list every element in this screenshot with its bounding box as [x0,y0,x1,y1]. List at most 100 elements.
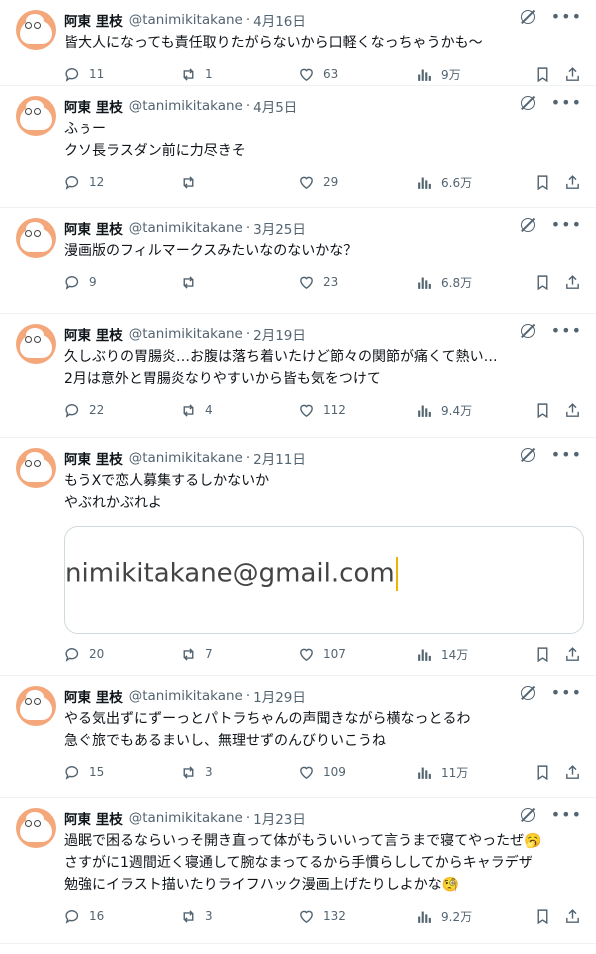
reply-button[interactable]: 15 [64,752,104,792]
display-name[interactable]: 阿東 里枝 [64,448,123,468]
tweet[interactable]: 阿東 里枝 @tanimikitakane · 4月5日 ••• ふぅー クソ長… [0,86,596,208]
tweet-date[interactable]: 4月5日 [253,96,297,116]
share-button[interactable] [564,262,581,302]
share-button[interactable] [564,752,581,792]
views-button[interactable]: 9.2万 [416,896,472,936]
like-button[interactable]: 132 [298,896,346,936]
tweet[interactable]: 阿東 里枝 @tanimikitakane · 3月25日 ••• 漫画版のフィ… [0,208,596,314]
avatar[interactable] [16,448,56,488]
reply-button[interactable]: 9 [64,262,97,302]
grok-icon[interactable] [520,218,535,232]
views-button[interactable]: 9.4万 [416,390,472,430]
user-handle[interactable]: @tanimikitakane [129,12,243,28]
display-name[interactable]: 阿東 里枝 [64,96,123,116]
avatar[interactable] [16,96,56,136]
views-button[interactable]: 6.8万 [416,262,472,302]
grok-icon[interactable] [520,10,535,24]
tweet-text: 漫画版のフィルマークスみたいなのないかな？ [64,243,358,259]
like-button[interactable]: 23 [298,262,338,302]
like-button[interactable]: 112 [298,390,346,430]
like-button[interactable]: 109 [298,752,346,792]
bookmark-icon [537,908,548,924]
user-handle[interactable]: @tanimikitakane [129,450,243,466]
share-button[interactable] [564,896,581,936]
views-button[interactable]: 14万 [416,634,468,674]
heart-icon [300,176,313,189]
user-handle[interactable]: @tanimikitakane [129,98,243,114]
retweet-button[interactable]: 4 [180,390,213,430]
user-handle[interactable]: @tanimikitakane [129,326,243,342]
like-count: 132 [323,909,346,923]
reply-button[interactable]: 20 [64,634,104,674]
more-icon[interactable]: ••• [551,447,582,463]
tweet-date[interactable]: 3月25日 [253,218,306,238]
user-handle[interactable]: @tanimikitakane [129,810,243,826]
bookmark-button[interactable] [534,634,551,674]
more-icon[interactable]: ••• [551,95,582,111]
user-handle[interactable]: @tanimikitakane [129,688,243,704]
more-icon[interactable]: ••• [551,323,582,339]
retweet-icon [183,909,194,923]
reply-button[interactable]: 22 [64,390,104,430]
more-icon[interactable]: ••• [551,807,582,823]
avatar[interactable] [16,808,56,848]
retweet-button[interactable]: 7 [180,634,213,674]
retweet-button[interactable] [180,262,205,302]
grok-icon[interactable] [520,96,535,110]
reply-button[interactable]: 12 [64,162,104,202]
bookmark-button[interactable] [534,896,551,936]
retweet-button[interactable] [180,162,205,202]
media-text: nimikitakane@gmail.com [65,558,395,589]
avatar[interactable] [16,324,56,364]
media-card[interactable]: nimikitakane@gmail.com [64,526,584,634]
views-count: 11万 [441,765,469,780]
tweet-date[interactable]: 1月23日 [253,808,306,828]
grok-icon[interactable] [520,686,535,700]
more-icon[interactable]: ••• [551,9,582,25]
bookmark-button[interactable] [534,752,551,792]
retweet-button[interactable]: 3 [180,752,213,792]
avatar[interactable] [16,10,56,50]
views-button[interactable]: 11万 [416,752,468,792]
reply-icon [65,647,79,662]
heart-icon [300,766,313,779]
grok-icon[interactable] [520,448,535,462]
display-name[interactable]: 阿東 里枝 [64,324,123,344]
separator: · [245,688,251,704]
grok-icon[interactable] [520,324,535,338]
avatar[interactable] [16,218,56,258]
like-count: 29 [323,175,339,189]
bookmark-button[interactable] [534,262,551,302]
tweet-date[interactable]: 4月16日 [253,10,306,30]
share-button[interactable] [564,162,581,202]
more-icon[interactable]: ••• [551,685,582,701]
tweet[interactable]: 阿東 里枝 @tanimikitakane · 1月29日 ••• やる気出ずに… [0,676,596,798]
tweet[interactable]: 阿東 里枝 @tanimikitakane · 1月23日 ••• 過眠で困るな… [0,798,596,944]
tweet[interactable]: 阿東 里枝 @tanimikitakane · 4月16日 ••• 皆大人になっ… [0,0,596,86]
display-name[interactable]: 阿東 里枝 [64,10,123,30]
display-name[interactable]: 阿東 里枝 [64,686,123,706]
views-button[interactable]: 6.6万 [416,162,472,202]
user-handle[interactable]: @tanimikitakane [129,220,243,236]
tweet[interactable]: 阿東 里枝 @tanimikitakane · 2月19日 ••• 久しぶりの胃… [0,314,596,438]
retweet-button[interactable]: 3 [180,896,213,936]
tweet-date[interactable]: 2月11日 [253,448,306,468]
tweet-date[interactable]: 1月29日 [253,686,306,706]
more-icon[interactable]: ••• [551,217,582,233]
display-name[interactable]: 阿東 里枝 [64,218,123,238]
tweet[interactable]: 阿東 里枝 @tanimikitakane · 2月11日 ••• もうXで恋人… [0,438,596,676]
tweet-header: 阿東 里枝 @tanimikitakane · 1月29日 [64,686,584,706]
bookmark-button[interactable] [534,390,551,430]
share-button[interactable] [564,634,581,674]
action-bar: 16 3 132 9.2万 [64,896,584,936]
like-button[interactable]: 107 [298,634,346,674]
bookmark-button[interactable] [534,162,551,202]
display-name[interactable]: 阿東 里枝 [64,808,123,828]
grok-icon[interactable] [520,808,535,822]
avatar[interactable] [16,686,56,726]
tweet-date[interactable]: 2月19日 [253,324,306,344]
separator: · [245,326,251,342]
reply-button[interactable]: 16 [64,896,104,936]
like-button[interactable]: 29 [298,162,338,202]
share-button[interactable] [564,390,581,430]
